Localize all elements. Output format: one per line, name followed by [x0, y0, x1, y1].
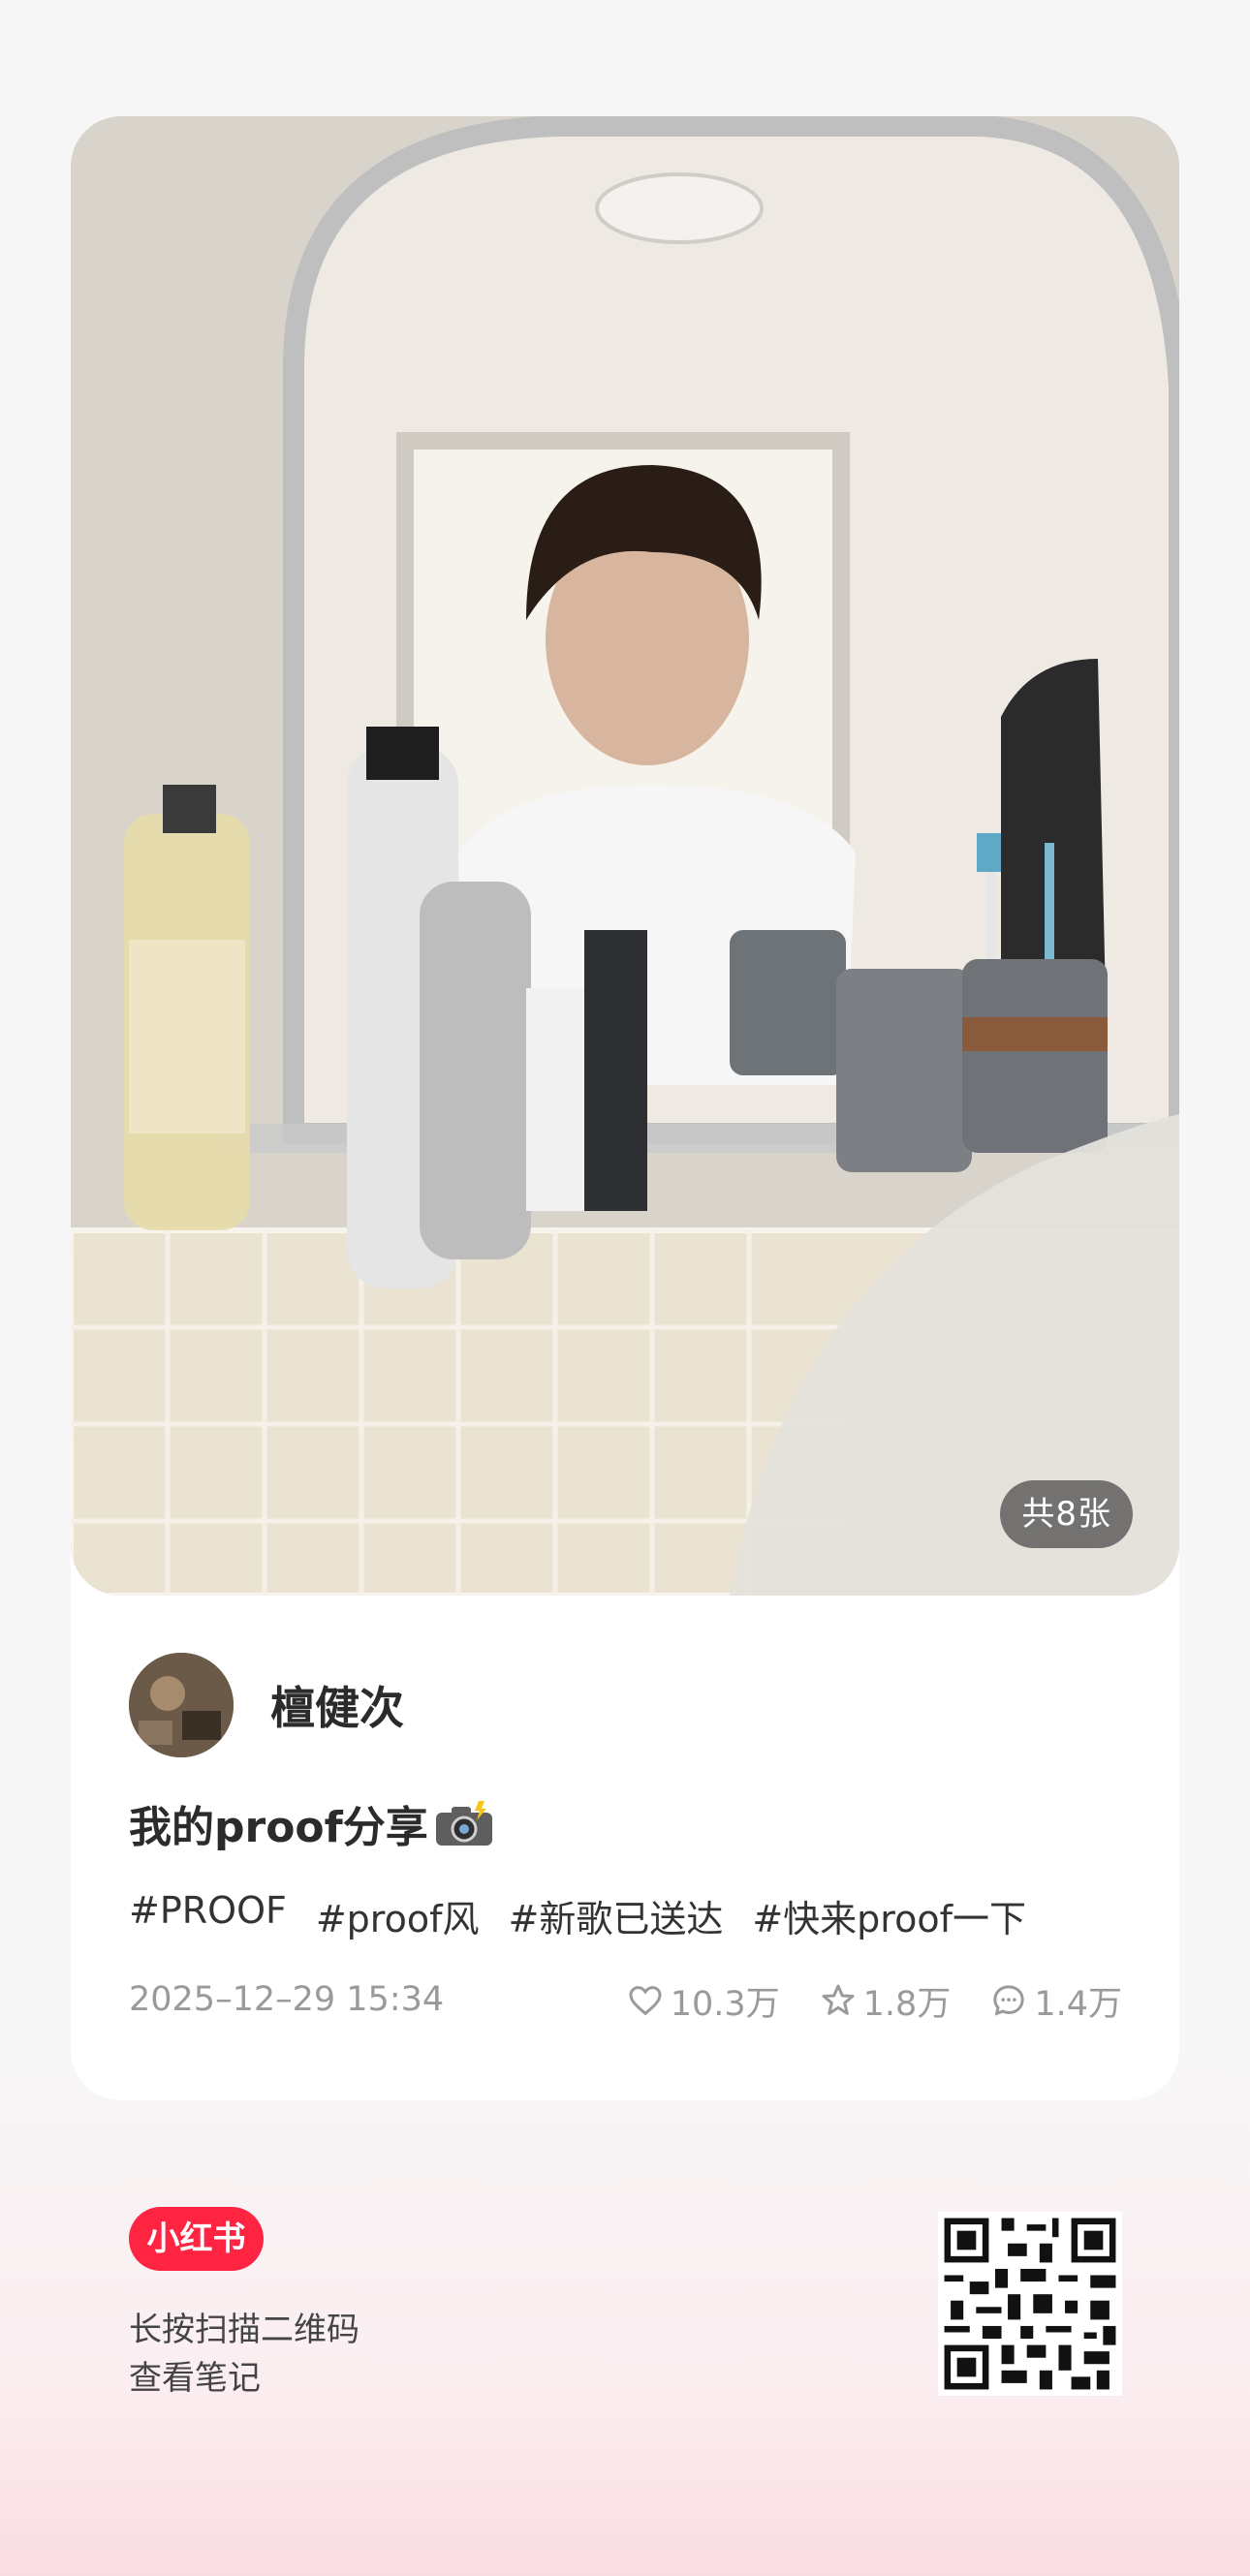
xiaohongshu-logo: 小红书 [129, 2207, 264, 2271]
note-title-text: 我的proof分享 [129, 1803, 428, 1852]
scan-hint: 长按扫描二维码 查看笔记 [129, 2306, 359, 2403]
tag-item[interactable]: #PROOF [129, 1889, 287, 1942]
comment-stat[interactable]: 1.4万 [989, 1976, 1122, 2026]
engagement-stats: 10.3万 1.8万 1.4万 [587, 1976, 1122, 2025]
author-row[interactable]: 檀健次 [129, 1652, 404, 1758]
tag-list: #PROOF #proof风 #新歌已送达 #快来proof一下 [129, 1889, 1055, 1942]
author-name[interactable]: 檀健次 [270, 1673, 404, 1737]
comment-count: 1.4万 [1034, 1984, 1122, 2024]
note-cover-image[interactable]: 共8张 [71, 116, 1179, 1596]
star-icon [822, 1984, 855, 2015]
post-datetime: 2025–12–29 15:34 [129, 1980, 445, 2019]
tag-item[interactable]: #proof风 [316, 1889, 480, 1942]
camera-flash-icon [435, 1801, 492, 1846]
avatar-image [129, 1653, 234, 1757]
favorite-stat[interactable]: 1.8万 [819, 1976, 952, 2026]
image-count-badge: 共8张 [1000, 1480, 1133, 1548]
scan-hint-line1: 长按扫描二维码 [129, 2311, 359, 2349]
scan-hint-line2: 查看笔记 [129, 2359, 261, 2398]
heart-icon [629, 1986, 662, 2016]
tag-item[interactable]: #快来proof一下 [752, 1889, 1026, 1942]
avatar[interactable] [129, 1653, 234, 1757]
qr-code-icon [938, 2212, 1122, 2396]
tag-item[interactable]: #新歌已送达 [508, 1889, 723, 1942]
like-count: 10.3万 [670, 1984, 780, 2024]
note-card: 共8张 檀健次 我的proof分享 #PROOF #proof风 #新歌已送达 … [71, 116, 1179, 2100]
note-title: 我的proof分享 [129, 1792, 494, 1854]
comment-bubble-icon [993, 1985, 1024, 2016]
mirror-photo-illustration [71, 116, 1179, 1596]
like-stat[interactable]: 10.3万 [626, 1976, 780, 2026]
favorite-count: 1.8万 [862, 1984, 952, 2024]
note-meta: 2025–12–29 15:34 10.3万 1.8万 1.4万 [129, 1976, 1122, 2025]
qr-code[interactable] [938, 2212, 1122, 2396]
